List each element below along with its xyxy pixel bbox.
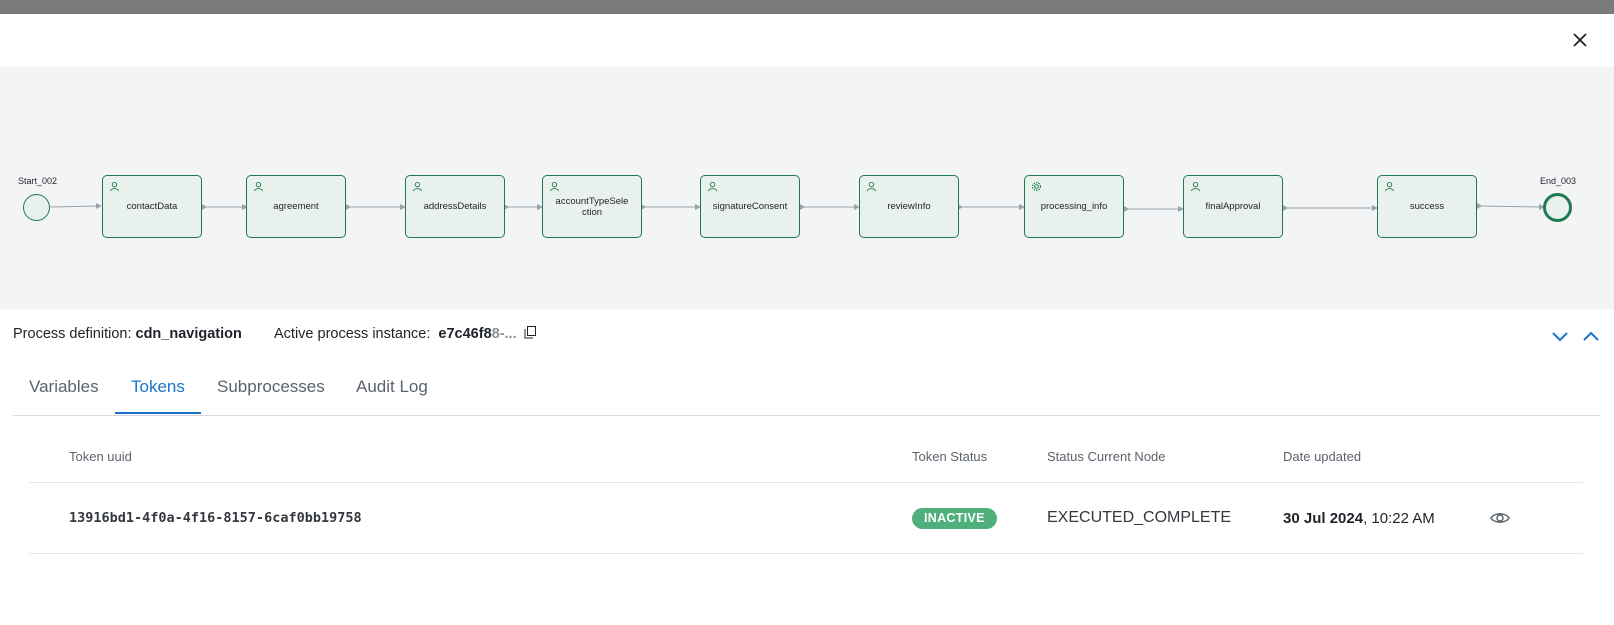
active-instance-value: e7c46f8 <box>438 326 492 342</box>
task-node-signatureconsent[interactable]: signatureConsent <box>700 175 800 238</box>
task-label: contactData <box>126 201 178 212</box>
task-node-processing-info[interactable]: processing_info <box>1024 175 1124 238</box>
tab-bar: Variables Tokens Subprocesses Audit Log <box>13 360 1600 416</box>
token-uuid: 13916bd1-4f0a-4f16-8157-6caf0bb19758 <box>69 510 362 526</box>
user-icon <box>549 182 560 192</box>
tab-variables[interactable]: Variables <box>29 377 99 397</box>
task-label: processing_info <box>1040 201 1108 212</box>
active-instance-truncation: 8-... <box>491 326 517 342</box>
copy-icon[interactable] <box>524 326 536 339</box>
start-event-label: Start_002 <box>18 176 58 186</box>
tab-subprocesses[interactable]: Subprocesses <box>217 377 325 397</box>
status-badge: INACTIVE <box>912 508 997 529</box>
task-node-contactdata[interactable]: contactData <box>102 175 202 238</box>
active-tab-indicator <box>115 412 201 414</box>
task-node-accounttypeselection[interactable]: accountTypeSelection <box>542 175 642 238</box>
task-node-success[interactable]: success <box>1377 175 1477 238</box>
active-process-instance: Active process instance: e7c46f88-... <box>274 326 536 342</box>
user-icon <box>109 182 120 192</box>
task-label: reviewInfo <box>887 201 931 212</box>
table-divider <box>29 553 1583 554</box>
column-header-token-status: Token Status <box>912 449 988 464</box>
user-icon <box>253 182 264 192</box>
top-bar <box>0 0 1614 14</box>
column-header-date-updated: Date updated <box>1283 449 1362 464</box>
task-label: success <box>1409 201 1445 212</box>
user-icon <box>412 182 423 192</box>
task-node-addressdetails[interactable]: addressDetails <box>405 175 505 238</box>
task-node-agreement[interactable]: agreement <box>246 175 346 238</box>
close-icon <box>1573 33 1587 47</box>
process-definition-label: Process definition: <box>13 326 132 342</box>
date-updated-date: 30 Jul 2024 <box>1283 510 1364 527</box>
task-label: accountTypeSelection <box>555 195 629 218</box>
task-node-finalapproval[interactable]: finalApproval <box>1183 175 1283 238</box>
tab-tokens[interactable]: Tokens <box>131 377 185 397</box>
chevron-up-icon[interactable] <box>1582 327 1600 345</box>
chevron-down-icon[interactable] <box>1551 327 1569 345</box>
gear-icon <box>1032 182 1041 191</box>
user-icon <box>866 182 877 192</box>
user-icon <box>1190 182 1201 192</box>
task-label: agreement <box>273 201 319 212</box>
tab-audit-log[interactable]: Audit Log <box>356 377 428 397</box>
date-updated-time: , 10:22 AM <box>1363 510 1435 527</box>
column-header-token-uuid: Token uuid <box>69 449 132 464</box>
task-label: finalApproval <box>1205 201 1261 212</box>
user-icon <box>707 182 718 192</box>
column-header-current-node: Status Current Node <box>1047 449 1166 464</box>
process-definition: Process definition: cdn_navigation <box>13 326 242 342</box>
date-updated: 30 Jul 2024, 10:22 AM <box>1283 510 1435 527</box>
task-node-reviewinfo[interactable]: reviewInfo <box>859 175 959 238</box>
start-event[interactable] <box>23 194 50 221</box>
eye-icon[interactable] <box>1489 508 1511 528</box>
task-label: addressDetails <box>423 201 487 212</box>
user-icon <box>1384 182 1395 192</box>
sequence-flows <box>49 203 1545 212</box>
current-node-status: EXECUTED_COMPLETE <box>1047 509 1232 526</box>
table-divider <box>29 482 1583 483</box>
process-definition-value: cdn_navigation <box>135 326 242 342</box>
end-event[interactable] <box>1543 193 1572 222</box>
close-button[interactable] <box>1568 28 1592 52</box>
active-instance-label: Active process instance: <box>274 326 431 342</box>
end-event-label: End_003 <box>1540 176 1577 186</box>
task-label: signatureConsent <box>712 201 788 212</box>
process-diagram-canvas[interactable]: Start_002 End_003 contactData agreement … <box>0 67 1614 309</box>
